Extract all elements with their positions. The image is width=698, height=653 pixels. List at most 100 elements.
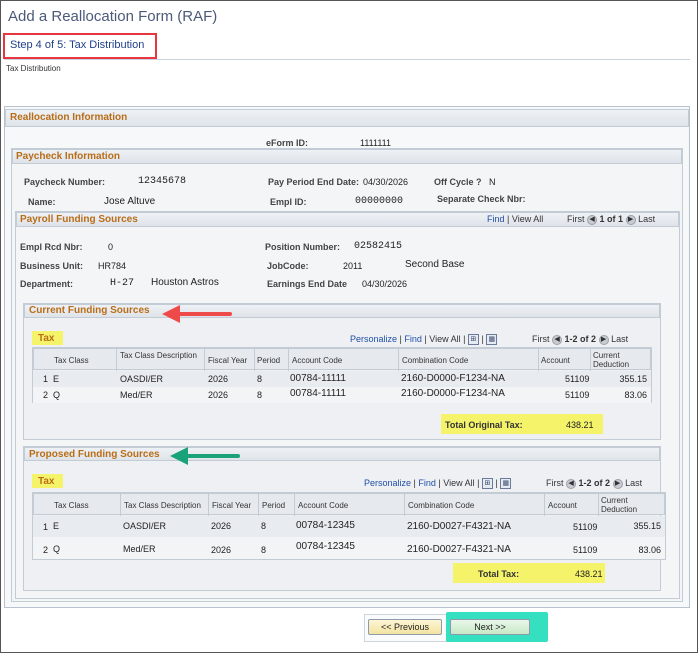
col-current-deduction: Current Deduction <box>593 351 630 369</box>
cell-deduction: 83.06 <box>638 545 661 555</box>
col-tax-class: Tax Class <box>54 356 89 365</box>
payroll-first-link[interactable]: First <box>567 214 585 224</box>
col-tax-class-description: Tax Class Description <box>124 501 201 510</box>
name-label: Name: <box>28 197 56 207</box>
col-combination-code: Combination Code <box>402 356 469 365</box>
off-cycle-label: Off Cycle ? <box>434 177 482 187</box>
cell-tax-class: Q <box>53 544 61 554</box>
earnings-end-value: 04/30/2026 <box>362 279 408 289</box>
cell-period: 8 <box>261 545 267 555</box>
cell-deduction: 83.06 <box>624 390 647 400</box>
cell-account-code: 00784-11111 <box>290 388 346 399</box>
current-view-all-link[interactable]: View All <box>429 334 460 344</box>
header-divider <box>4 59 690 60</box>
page-title: Add a Reallocation Form (RAF) <box>8 8 218 25</box>
row-number: 2 <box>43 545 49 555</box>
proposed-range: 1-2 of 2 <box>578 478 611 488</box>
eform-id-label: eForm ID: <box>266 138 309 148</box>
cell-account-code: 00784-12345 <box>296 541 355 552</box>
download-grid-icon[interactable]: ▦ <box>500 478 512 490</box>
empl-rcd-label: Empl Rcd Nbr: <box>20 242 83 252</box>
current-funding-title: Current Funding Sources <box>29 305 150 316</box>
row-number: 2 <box>43 390 49 400</box>
pay-period-end-label: Pay Period End Date: <box>268 177 360 187</box>
cell-account-code: 00784-12345 <box>296 520 355 531</box>
current-personalize-link[interactable]: Personalize <box>350 334 397 344</box>
col-fiscal-year: Fiscal Year <box>208 356 248 365</box>
col-account-code: Account Code <box>298 501 349 510</box>
cell-tax-class: Q <box>53 390 61 400</box>
page-subtitle: Tax Distribution <box>6 64 61 73</box>
total-tax-label: Total Tax: <box>478 569 520 579</box>
circle-right-arrow-icon[interactable]: ▶ <box>612 478 623 489</box>
eform-id-value: 1111111 <box>360 138 392 148</box>
paycheck-title: Paycheck Information <box>16 151 120 162</box>
position-number-label: Position Number: <box>265 242 341 252</box>
total-tax-value: 438.21 <box>575 569 603 579</box>
department-label: Department: <box>20 279 74 289</box>
current-last-link[interactable]: Last <box>611 334 628 344</box>
proposed-last-link[interactable]: Last <box>625 478 642 488</box>
col-tax-class: Tax Class <box>54 501 89 510</box>
payroll-view-all-link[interactable]: View All <box>512 214 543 224</box>
current-first-link[interactable]: First <box>532 334 550 344</box>
cell-fiscal-year: 2026 <box>211 545 232 555</box>
proposed-view-all-link[interactable]: View All <box>443 478 474 488</box>
col-period: Period <box>257 356 281 365</box>
proposed-find-link[interactable]: Find <box>418 478 436 488</box>
zoom-grid-icon[interactable]: ⊞ <box>467 334 479 346</box>
jobcode-value: 2011 <box>343 261 363 271</box>
circle-right-arrow-icon[interactable]: ▶ <box>598 334 609 345</box>
proposed-grid-toolbar: Personalize | Find | View All | ⊞ | ▦ <box>364 478 512 490</box>
cell-tax-description: OASDI/ER <box>120 374 164 384</box>
current-tax-grid: Tax Class Tax Class Description Fiscal Y… <box>32 347 652 403</box>
cell-combination-code: 2160-D0027-F4321-NA <box>407 521 511 532</box>
cell-fiscal-year: 2026 <box>208 390 229 400</box>
table-row[interactable]: 2 Q Med/ER 2026 8 00784-12345 2160-D0027… <box>33 537 665 559</box>
row-number: 1 <box>43 522 49 532</box>
download-grid-icon[interactable]: ▦ <box>486 334 498 346</box>
paycheck-number-value: 12345678 <box>138 176 187 187</box>
proposed-first-link[interactable]: First <box>546 478 564 488</box>
circle-left-arrow-icon[interactable]: ◀ <box>552 334 563 345</box>
department-description: Houston Astros <box>151 277 219 288</box>
pay-period-end-value: 04/30/2026 <box>363 177 409 187</box>
circle-left-arrow-icon[interactable]: ◀ <box>566 478 577 489</box>
payroll-nav: Find | View All <box>487 214 544 224</box>
circle-right-arrow-icon[interactable]: ▶ <box>625 214 636 225</box>
proposed-personalize-link[interactable]: Personalize <box>364 478 411 488</box>
proposed-pager: First ◀ 1-2 of 2 ▶ Last <box>546 478 642 489</box>
table-row[interactable]: 1 E OASDI/ER 2026 8 00784-11111 2160-D00… <box>33 371 651 387</box>
payroll-last-link[interactable]: Last <box>638 214 655 224</box>
circle-left-arrow-icon[interactable]: ◀ <box>587 214 598 225</box>
department-value: H-27 <box>110 278 135 289</box>
zoom-grid-icon[interactable]: ⊞ <box>481 478 493 490</box>
separate-check-label: Separate Check Nbr: <box>437 194 526 204</box>
cell-account: 51109 <box>565 390 590 400</box>
earnings-end-label: Earnings End Date <box>267 279 348 289</box>
red-arrow-icon <box>162 305 232 323</box>
previous-button[interactable]: << Previous <box>368 619 442 635</box>
current-find-link[interactable]: Find <box>404 334 422 344</box>
position-number-value: 02582415 <box>354 241 403 252</box>
step-indicator: Step 4 of 5: Tax Distribution <box>10 39 145 51</box>
table-row[interactable]: 1 E OASDI/ER 2026 8 00784-12345 2160-D00… <box>33 516 665 537</box>
payroll-find-link[interactable]: Find <box>487 214 505 224</box>
col-combination-code: Combination Code <box>408 501 475 510</box>
row-number: 1 <box>43 374 49 384</box>
next-button[interactable]: Next >> <box>450 619 530 635</box>
table-row[interactable]: 2 Q Med/ER 2026 8 00784-11111 2160-D0000… <box>33 387 651 403</box>
cell-deduction: 355.15 <box>633 521 661 531</box>
cell-account-code: 00784-11111 <box>290 373 346 384</box>
cell-combination-code: 2160-D0027-F4321-NA <box>407 544 511 555</box>
cell-tax-class: E <box>53 374 60 384</box>
cell-account: 51109 <box>573 522 598 532</box>
off-cycle-value: N <box>489 177 496 187</box>
proposed-funding-title: Proposed Funding Sources <box>29 449 160 460</box>
col-current-deduction: Current Deduction <box>601 496 638 514</box>
jobcode-description: Second Base <box>405 259 465 270</box>
current-pager: First ◀ 1-2 of 2 ▶ Last <box>532 334 628 345</box>
col-account-code: Account Code <box>292 356 343 365</box>
current-tax-label: Tax <box>32 331 63 345</box>
payroll-funding-title: Payroll Funding Sources <box>20 214 138 225</box>
